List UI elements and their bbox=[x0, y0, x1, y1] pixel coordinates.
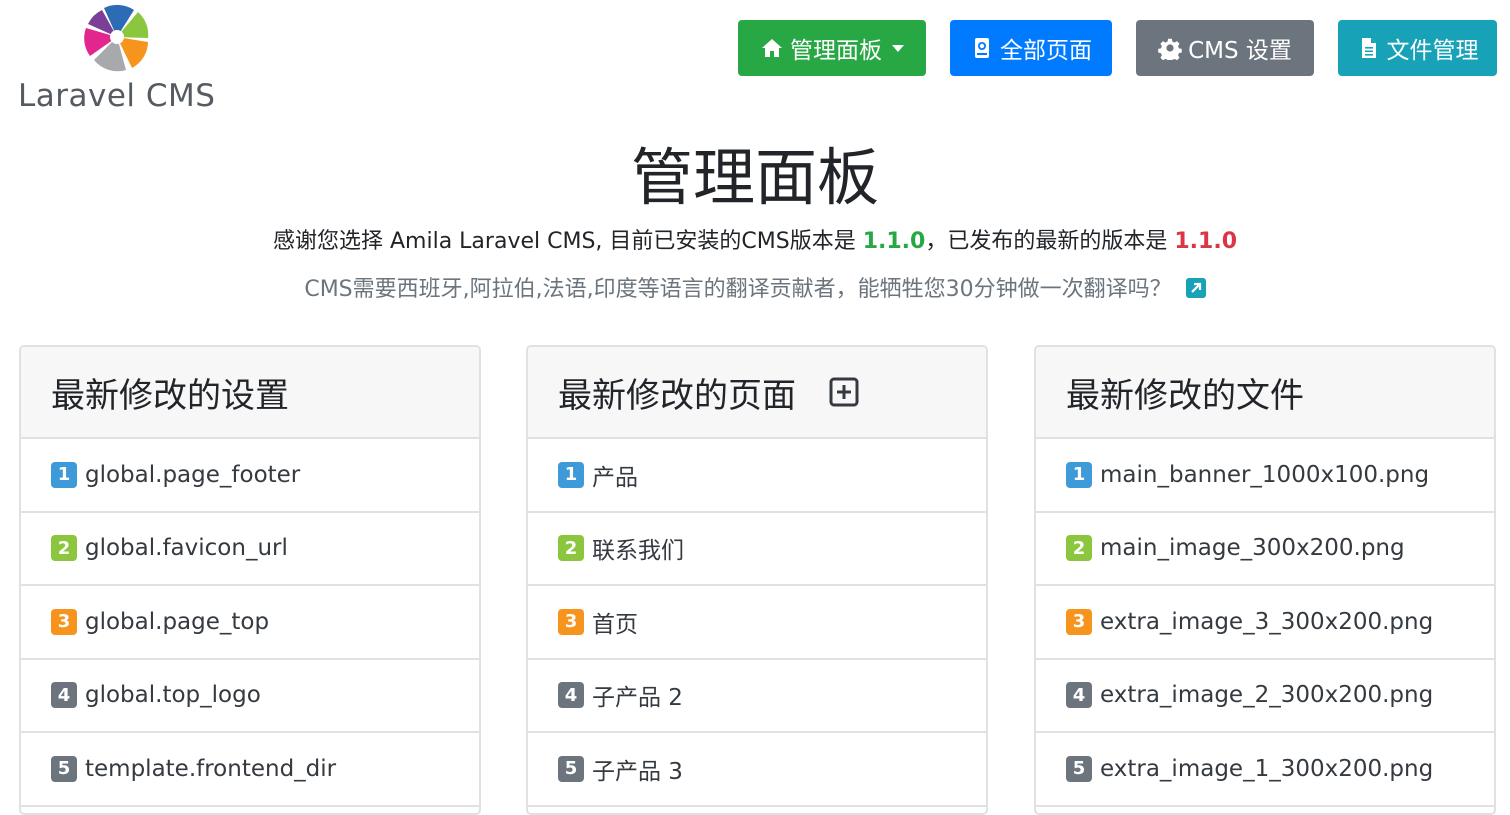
list-item[interactable]: 5 子产品 3 bbox=[528, 733, 986, 807]
item-label: global.page_top bbox=[85, 608, 270, 635]
installed-version: 1.1.0 bbox=[862, 229, 926, 254]
translation-request-text: CMS需要西班牙,阿拉伯,法语,印度等语言的翻译贡献者，能牺牲您30分钟做一次翻… bbox=[304, 277, 1172, 302]
item-label: main_image_300x200.png bbox=[1100, 535, 1405, 562]
card-header: 最新修改的文件 bbox=[1036, 347, 1494, 439]
rank-badge: 5 bbox=[1066, 755, 1092, 782]
item-label: extra_image_3_300x200.png bbox=[1100, 608, 1434, 635]
external-link-icon[interactable] bbox=[1185, 278, 1206, 298]
rank-badge: 1 bbox=[558, 461, 584, 488]
item-label: global.top_logo bbox=[85, 682, 261, 709]
item-label: 产品 bbox=[592, 464, 638, 491]
item-label: extra_image_2_300x200.png bbox=[1100, 682, 1434, 709]
home-icon bbox=[760, 36, 784, 60]
list-item[interactable]: 3 global.page_top bbox=[21, 586, 479, 660]
rank-badge: 1 bbox=[51, 461, 77, 488]
card-header: 最新修改的页面 bbox=[528, 347, 986, 439]
item-label: global.favicon_url bbox=[85, 535, 288, 562]
item-label: main_banner_1000x100.png bbox=[1100, 461, 1430, 488]
rank-badge: 2 bbox=[51, 535, 77, 562]
card-header: 最新修改的设置 bbox=[21, 347, 479, 439]
item-label: template.frontend_dir bbox=[85, 755, 337, 782]
version-prefix-text: 感谢您选择 Amila Laravel CMS, 目前已安装的CMS版本是 bbox=[273, 229, 856, 254]
list-item[interactable]: 2 global.favicon_url bbox=[21, 513, 479, 586]
book-icon bbox=[970, 36, 994, 60]
list-item[interactable]: 2 联系我们 bbox=[528, 513, 986, 586]
rank-badge: 3 bbox=[1066, 608, 1092, 635]
item-label: 子产品 2 bbox=[592, 685, 683, 712]
logo[interactable]: Laravel CMS bbox=[18, 4, 228, 114]
translation-request: CMS需要西班牙,阿拉伯,法语,印度等语言的翻译贡献者，能牺牲您30分钟做一次翻… bbox=[0, 275, 1510, 305]
version-middle-text: ，已发布的最新的版本是 bbox=[925, 229, 1168, 254]
list-item[interactable]: 4 extra_image_2_300x200.png bbox=[1036, 660, 1494, 733]
rank-badge: 3 bbox=[51, 608, 77, 635]
rank-badge: 5 bbox=[51, 755, 77, 782]
rank-badge: 4 bbox=[51, 682, 77, 709]
logo-mark-icon bbox=[82, 4, 152, 74]
rank-badge: 3 bbox=[558, 608, 584, 635]
dashboard-label: 管理面板 bbox=[790, 38, 882, 64]
rank-badge: 5 bbox=[558, 755, 584, 782]
item-label: global.page_footer bbox=[85, 461, 301, 488]
plus-square-icon[interactable] bbox=[828, 376, 860, 408]
recent-pages-card: 最新修改的页面 1 产品 2 联系我们 3 首页 4 子产品 2 5 子产品 3 bbox=[526, 345, 988, 815]
file-manager-label: 文件管理 bbox=[1386, 38, 1479, 64]
rank-badge: 1 bbox=[1066, 461, 1092, 488]
item-label: 子产品 3 bbox=[592, 758, 683, 785]
all-pages-button[interactable]: 全部页面 bbox=[950, 20, 1112, 76]
dashboard-dropdown-button[interactable]: 管理面板 bbox=[738, 20, 926, 76]
all-pages-label: 全部页面 bbox=[1000, 38, 1092, 64]
list-item[interactable]: 3 首页 bbox=[528, 586, 986, 660]
recent-files-card: 最新修改的文件 1 main_banner_1000x100.png 2 mai… bbox=[1034, 345, 1496, 815]
card-title: 最新修改的文件 bbox=[1066, 375, 1304, 416]
list-item[interactable]: 2 main_image_300x200.png bbox=[1036, 513, 1494, 586]
rank-badge: 4 bbox=[558, 682, 584, 709]
list-item[interactable]: 5 extra_image_1_300x200.png bbox=[1036, 733, 1494, 807]
card-title: 最新修改的设置 bbox=[51, 375, 289, 416]
card-title: 最新修改的页面 bbox=[558, 375, 796, 416]
version-info: 感谢您选择 Amila Laravel CMS, 目前已安装的CMS版本是 1.… bbox=[0, 227, 1510, 257]
rank-badge: 4 bbox=[1066, 682, 1092, 709]
list-item[interactable]: 1 产品 bbox=[528, 439, 986, 513]
list-item[interactable]: 4 子产品 2 bbox=[528, 660, 986, 733]
file-icon bbox=[1357, 36, 1381, 60]
cms-settings-label: CMS 设置 bbox=[1188, 38, 1292, 64]
list-item[interactable]: 4 global.top_logo bbox=[21, 660, 479, 733]
item-label: extra_image_1_300x200.png bbox=[1100, 755, 1434, 782]
list-item[interactable]: 1 global.page_footer bbox=[21, 439, 479, 513]
list-item[interactable]: 1 main_banner_1000x100.png bbox=[1036, 439, 1494, 513]
latest-version: 1.1.0 bbox=[1174, 229, 1237, 254]
logo-text: Laravel CMS bbox=[18, 78, 216, 114]
list-item[interactable]: 5 template.frontend_dir bbox=[21, 733, 479, 807]
cms-settings-button[interactable]: CMS 设置 bbox=[1136, 20, 1314, 76]
rank-badge: 2 bbox=[1066, 535, 1092, 562]
recent-settings-card: 最新修改的设置 1 global.page_footer 2 global.fa… bbox=[19, 345, 481, 815]
chevron-down-icon bbox=[892, 44, 904, 52]
page-title: 管理面板 bbox=[630, 141, 879, 214]
item-label: 首页 bbox=[592, 611, 638, 638]
rank-badge: 2 bbox=[558, 535, 584, 562]
list-item[interactable]: 3 extra_image_3_300x200.png bbox=[1036, 586, 1494, 660]
gear-icon bbox=[1158, 36, 1182, 60]
item-label: 联系我们 bbox=[592, 538, 684, 565]
file-manager-button[interactable]: 文件管理 bbox=[1338, 20, 1497, 76]
